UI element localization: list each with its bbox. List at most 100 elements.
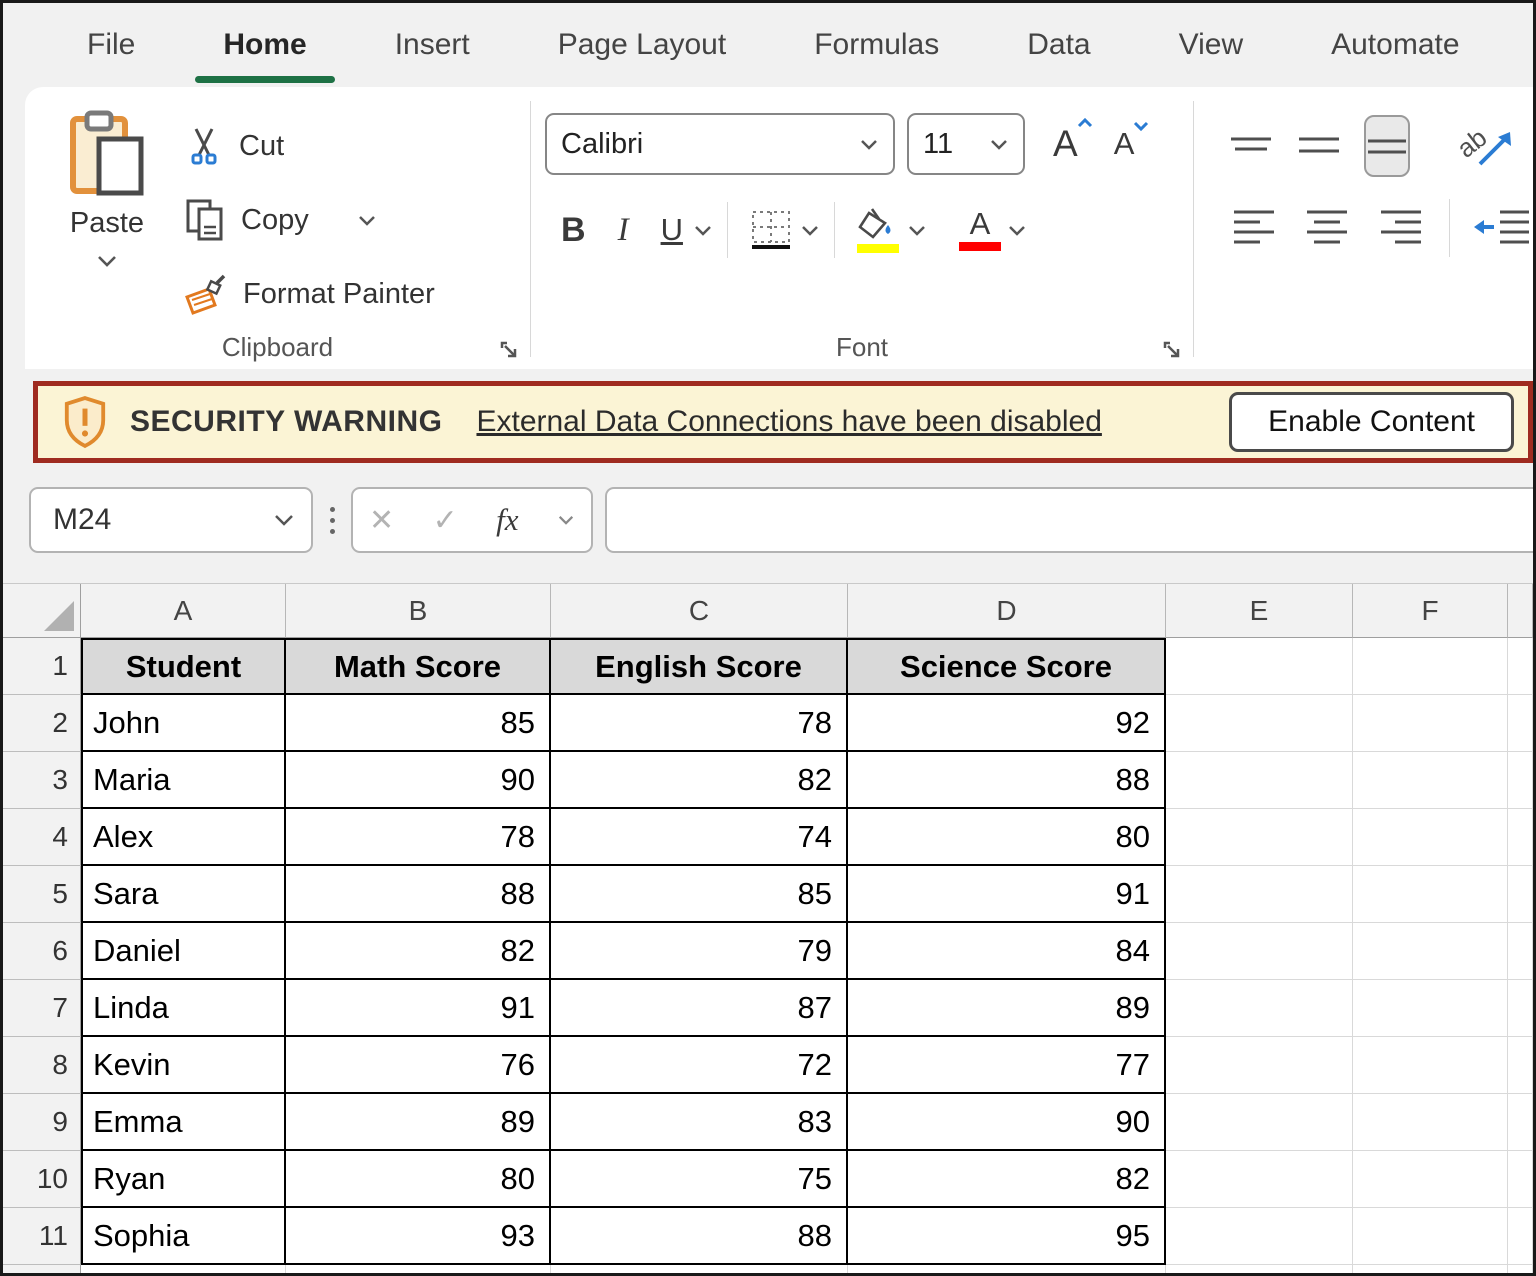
cell-science-score[interactable]: 82 [848, 1151, 1166, 1208]
cell-math-score[interactable]: 91 [286, 980, 551, 1037]
cell-empty[interactable] [1353, 1265, 1508, 1273]
row-header[interactable]: 11 [3, 1208, 81, 1265]
cell-math-score[interactable]: 93 [286, 1208, 551, 1265]
italic-button[interactable]: I [602, 212, 645, 249]
fill-color-chevron[interactable] [907, 224, 927, 237]
cell-empty[interactable] [1166, 752, 1353, 809]
column-header-partial[interactable] [1508, 584, 1533, 638]
grow-font-button[interactable]: A [1045, 117, 1092, 165]
column-header-a[interactable]: A [81, 584, 286, 638]
cell-english-score[interactable]: 79 [551, 923, 848, 980]
cell-science-score[interactable]: 89 [848, 980, 1166, 1037]
bold-button[interactable]: B [545, 211, 602, 250]
font-dialog-launcher-icon[interactable] [1161, 339, 1183, 361]
middle-align-button[interactable] [1296, 115, 1342, 177]
security-warning-message-link[interactable]: External Data Connections have been disa… [476, 405, 1101, 439]
insert-function-button[interactable]: fx [496, 502, 518, 538]
orientation-button[interactable]: ab [1454, 115, 1518, 177]
cell-empty[interactable] [1508, 1265, 1533, 1273]
cell-empty[interactable] [1353, 695, 1508, 752]
cell-english-score[interactable]: 85 [551, 866, 848, 923]
tab-developer[interactable]: De [1504, 3, 1533, 87]
row-header[interactable]: 7 [3, 980, 81, 1037]
cell-science-score[interactable]: 92 [848, 695, 1166, 752]
cell-empty[interactable] [1166, 809, 1353, 866]
row-header[interactable]: 3 [3, 752, 81, 809]
cell-empty[interactable] [1166, 1094, 1353, 1151]
clipboard-dialog-launcher-icon[interactable] [498, 339, 520, 361]
column-header-f[interactable]: F [1353, 584, 1508, 638]
tab-view[interactable]: View [1135, 3, 1287, 87]
fill-color-button[interactable] [849, 207, 907, 253]
cell-student-header[interactable]: Student [81, 638, 286, 695]
fx-chevron-icon[interactable] [557, 514, 575, 526]
cell-math-header[interactable]: Math Score [286, 638, 551, 695]
cell-student[interactable]: Emma [81, 1094, 286, 1151]
font-color-chevron[interactable] [1007, 224, 1027, 237]
row-header[interactable]: 2 [3, 695, 81, 752]
cell-math-score[interactable]: 90 [286, 752, 551, 809]
cell-math-score[interactable]: 80 [286, 1151, 551, 1208]
cell-science-score[interactable]: 84 [848, 923, 1166, 980]
cell-empty[interactable] [1166, 980, 1353, 1037]
cell-student[interactable]: Ryan [81, 1151, 286, 1208]
top-align-button[interactable] [1228, 115, 1274, 177]
column-header-e[interactable]: E [1166, 584, 1353, 638]
cell-math-score[interactable]: 82 [286, 923, 551, 980]
cell-english-header[interactable]: English Score [551, 638, 848, 695]
cell-student[interactable]: Sara [81, 866, 286, 923]
cell-empty[interactable] [1353, 752, 1508, 809]
row-header[interactable]: 5 [3, 866, 81, 923]
cell-student[interactable]: John [81, 695, 286, 752]
cell-empty[interactable] [1166, 638, 1353, 695]
cell-english-score[interactable]: 83 [551, 1094, 848, 1151]
column-header-d[interactable]: D [848, 584, 1166, 638]
cell-english-score[interactable]: 75 [551, 1151, 848, 1208]
cell-student[interactable]: Alex [81, 809, 286, 866]
column-header-c[interactable]: C [551, 584, 848, 638]
cell-math-score[interactable]: 88 [286, 866, 551, 923]
cell-empty[interactable] [1166, 866, 1353, 923]
align-right-button[interactable] [1375, 197, 1427, 259]
tab-page-layout[interactable]: Page Layout [514, 3, 770, 87]
formula-input[interactable] [605, 487, 1533, 553]
cell-student[interactable]: Kevin [81, 1037, 286, 1094]
cell-math-score[interactable]: 78 [286, 809, 551, 866]
cell-english-score[interactable]: 82 [551, 752, 848, 809]
cell-science-score[interactable]: 88 [848, 752, 1166, 809]
cell-science-score[interactable]: 91 [848, 866, 1166, 923]
borders-dropdown-chevron[interactable] [800, 224, 820, 237]
copy-dropdown-chevron[interactable] [357, 214, 377, 227]
confirm-entry-icon[interactable]: ✓ [433, 503, 458, 538]
cell-empty[interactable] [1353, 866, 1508, 923]
cell-empty[interactable] [1353, 980, 1508, 1037]
column-header-b[interactable]: B [286, 584, 551, 638]
cell-empty[interactable] [1508, 809, 1533, 866]
cell-empty[interactable] [286, 1265, 551, 1273]
cell-english-score[interactable]: 78 [551, 695, 848, 752]
cell-empty[interactable] [1353, 1151, 1508, 1208]
cell-empty[interactable] [1353, 638, 1508, 695]
cell-empty[interactable] [1353, 1037, 1508, 1094]
cell-empty[interactable] [1508, 923, 1533, 980]
shrink-font-button[interactable]: A [1106, 121, 1149, 162]
row-header[interactable]: 8 [3, 1037, 81, 1094]
cell-empty[interactable] [1508, 752, 1533, 809]
cell-math-score[interactable]: 89 [286, 1094, 551, 1151]
cell-empty[interactable] [1166, 1208, 1353, 1265]
center-button[interactable] [1302, 197, 1354, 259]
tab-formulas[interactable]: Formulas [770, 3, 983, 87]
underline-dropdown-chevron[interactable] [693, 224, 713, 237]
cell-math-score[interactable]: 76 [286, 1037, 551, 1094]
decrease-indent-button[interactable] [1471, 197, 1533, 259]
row-header[interactable]: 1 [3, 638, 81, 695]
cell-empty[interactable] [1166, 1037, 1353, 1094]
cell-empty[interactable] [1353, 923, 1508, 980]
cell-student[interactable]: Linda [81, 980, 286, 1037]
row-header[interactable]: 9 [3, 1094, 81, 1151]
font-name-combo[interactable]: Calibri [545, 113, 895, 175]
cell-english-score[interactable]: 88 [551, 1208, 848, 1265]
row-header[interactable]: 4 [3, 809, 81, 866]
paste-dropdown-chevron[interactable] [96, 254, 118, 268]
cell-science-score[interactable]: 95 [848, 1208, 1166, 1265]
